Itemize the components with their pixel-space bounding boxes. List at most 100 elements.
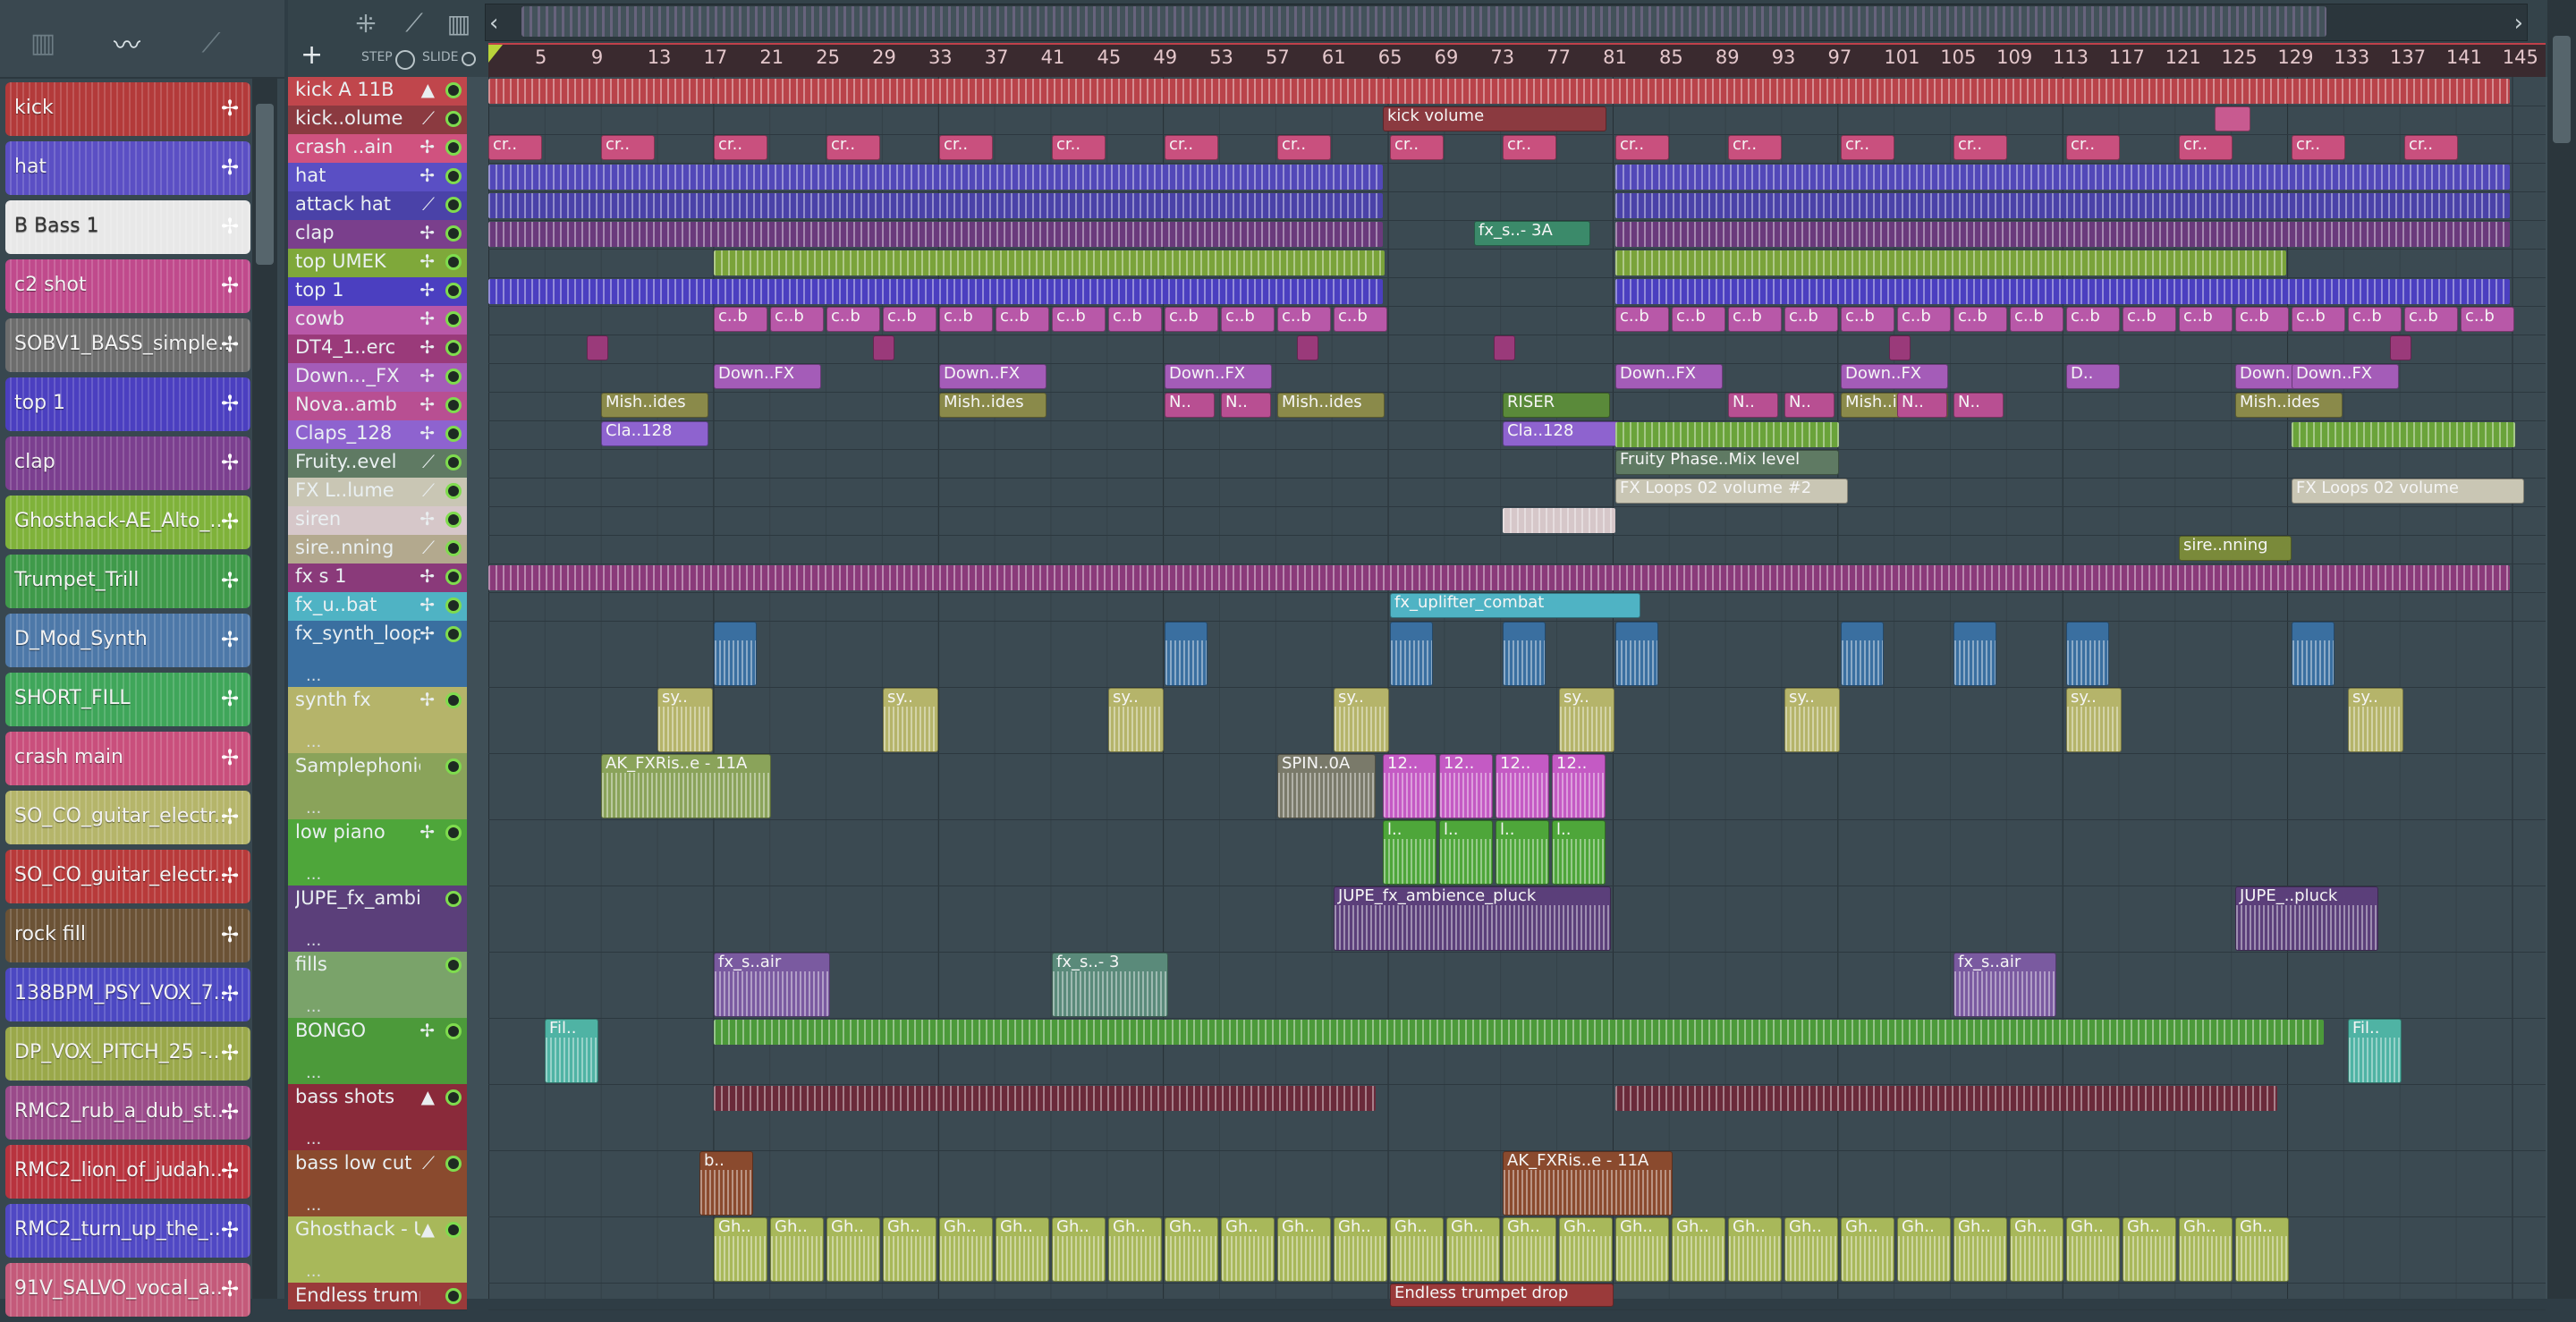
audio-clip[interactable] — [1503, 622, 1546, 686]
track-mute-toggle[interactable] — [445, 168, 462, 184]
channel-options-icon[interactable]: ✢ — [216, 980, 243, 1007]
automation-icon[interactable]: ⟋ — [193, 25, 229, 61]
audio-clip[interactable]: Gh.. — [1334, 1217, 1387, 1282]
audio-clip[interactable]: c..b — [2010, 307, 2063, 332]
track-mute-toggle[interactable] — [445, 483, 462, 499]
audio-clip[interactable]: sy.. — [1108, 688, 1164, 752]
track-header[interactable]: cowb ✢ — [288, 306, 467, 335]
audio-clip[interactable]: Gh.. — [2179, 1217, 2233, 1282]
add-track-button[interactable]: + — [301, 39, 323, 71]
audio-clip[interactable]: N.. — [1897, 393, 1947, 418]
audio-clip[interactable]: cr.. — [1728, 135, 1782, 160]
track-options-icon[interactable]: ... — [306, 799, 321, 818]
audio-clip[interactable]: Mish..ides — [601, 393, 708, 418]
audio-clip[interactable]: Down..FX — [1165, 364, 1272, 389]
pattern-clip[interactable] — [488, 222, 1383, 247]
channel-button[interactable]: rock fill ✢ — [5, 909, 250, 962]
audio-clip[interactable]: kick volume — [1383, 106, 1606, 131]
audio-clip[interactable]: Fruity Phase..Mix level — [1615, 450, 1839, 475]
audio-clip[interactable]: c..b — [1334, 307, 1387, 332]
track-options-icon[interactable]: ... — [306, 997, 321, 1016]
pattern-clip[interactable] — [714, 250, 1385, 275]
channel-options-icon[interactable]: ✢ — [216, 1216, 243, 1243]
audio-clip[interactable] — [1953, 622, 1996, 686]
track-options-icon[interactable]: ... — [306, 1196, 321, 1215]
audio-clip[interactable]: 12.. — [1383, 754, 1436, 818]
track-mute-toggle[interactable] — [445, 692, 462, 708]
pattern-clip[interactable] — [1615, 222, 2510, 247]
audio-clip[interactable]: Gh.. — [770, 1217, 824, 1282]
track-mute-toggle[interactable] — [445, 225, 462, 242]
track-mute-toggle[interactable] — [445, 311, 462, 327]
pattern-clip[interactable] — [488, 79, 2510, 104]
scroll-thumb[interactable] — [2553, 36, 2571, 143]
audio-clip[interactable] — [2390, 335, 2411, 360]
audio-clip[interactable]: sy.. — [1334, 688, 1389, 752]
audio-clip[interactable]: fx_uplifter_combat — [1390, 593, 1640, 618]
channel-button[interactable]: hat ✢ — [5, 141, 250, 195]
audio-clip[interactable]: Cla..128 — [1503, 421, 1619, 446]
track-header[interactable]: kick..olume ⟋ — [288, 106, 467, 135]
channel-button[interactable]: SOBV1_BASS_simple.. ✢ — [5, 318, 250, 372]
audio-clip[interactable]: c..b — [996, 307, 1049, 332]
audio-clip[interactable]: c..b — [1728, 307, 1782, 332]
audio-clip[interactable]: c..b — [939, 307, 993, 332]
audio-clip[interactable]: cr.. — [2179, 135, 2233, 160]
track-header[interactable]: top 1 ✢ — [288, 277, 467, 307]
audio-clip[interactable] — [1390, 622, 1433, 686]
audio-clip[interactable]: Cla..128 — [601, 421, 708, 446]
audio-clip[interactable] — [2292, 622, 2334, 686]
track-mute-toggle[interactable] — [445, 340, 462, 356]
audio-clip[interactable]: Gh.. — [1559, 1217, 1613, 1282]
audio-clip[interactable]: Gh.. — [2235, 1217, 2289, 1282]
pattern-clip[interactable] — [1615, 165, 2510, 190]
track-options-icon[interactable]: ... — [306, 666, 321, 685]
pattern-clip[interactable] — [488, 565, 2510, 590]
track-header[interactable]: bass low cut ⟋... — [288, 1150, 467, 1217]
scroll-right-icon[interactable]: › — [2514, 10, 2523, 37]
audio-clip[interactable]: cr.. — [826, 135, 880, 160]
track-mute-toggle[interactable] — [445, 369, 462, 385]
draw-mode-icon[interactable]: ⁜ — [345, 5, 386, 41]
track-mute-toggle[interactable] — [445, 397, 462, 413]
audio-clip[interactable]: c..b — [1672, 307, 1725, 332]
audio-clip[interactable] — [1297, 335, 1318, 360]
track-header[interactable]: crash ..ain ✢ — [288, 134, 467, 164]
channel-button[interactable]: DP_VOX_PITCH_25 -.. ✢ — [5, 1027, 250, 1080]
playlist-scrollbar[interactable] — [2547, 0, 2576, 1299]
piano-roll-icon[interactable]: ▥ — [25, 25, 61, 61]
track-header[interactable]: kick A 11B ▲ — [288, 77, 467, 106]
audio-clip[interactable]: sy.. — [657, 688, 713, 752]
audio-clip[interactable]: Gh.. — [826, 1217, 880, 1282]
channel-options-icon[interactable]: ✢ — [216, 449, 243, 476]
pattern-clip[interactable] — [1615, 193, 2510, 218]
audio-clip[interactable]: c..b — [826, 307, 880, 332]
track-mute-toggle[interactable] — [445, 197, 462, 213]
track-mute-toggle[interactable] — [445, 1222, 462, 1238]
track-header[interactable]: fx s 1 ✢ — [288, 564, 467, 593]
track-mute-toggle[interactable] — [445, 254, 462, 270]
audio-clip[interactable]: b.. — [699, 1151, 753, 1216]
track-header[interactable]: BONGO ✢... — [288, 1018, 467, 1085]
channel-button[interactable]: B Bass 1 ✢ — [5, 200, 250, 254]
track-header[interactable]: fx_u..bat ✢ — [288, 592, 467, 622]
scroll-thumb[interactable] — [256, 104, 274, 265]
audio-clip[interactable]: l.. — [1439, 820, 1493, 885]
audio-clip[interactable]: l.. — [1552, 820, 1606, 885]
track-header[interactable]: fills... — [288, 952, 467, 1019]
channel-options-icon[interactable]: ✢ — [216, 95, 243, 122]
audio-clip[interactable]: cr.. — [1503, 135, 1556, 160]
track-mute-toggle[interactable] — [445, 1156, 462, 1172]
audio-clip[interactable]: Fil.. — [2348, 1019, 2402, 1083]
channel-button[interactable]: 138BPM_PSY_VOX_7.. ✢ — [5, 968, 250, 1021]
pattern-clip[interactable] — [488, 165, 1383, 190]
audio-clip[interactable]: c..b — [2235, 307, 2289, 332]
audio-clip[interactable]: sy.. — [1559, 688, 1614, 752]
channel-button[interactable]: RMC2_lion_of_judah.. ✢ — [5, 1145, 250, 1199]
channel-options-icon[interactable]: ✢ — [216, 862, 243, 889]
track-options-icon[interactable]: ... — [306, 931, 321, 950]
audio-clip[interactable]: l.. — [1496, 820, 1549, 885]
audio-clip[interactable]: c..b — [1221, 307, 1275, 332]
audio-clip[interactable]: sy.. — [883, 688, 938, 752]
audio-clip[interactable]: cr.. — [1052, 135, 1106, 160]
